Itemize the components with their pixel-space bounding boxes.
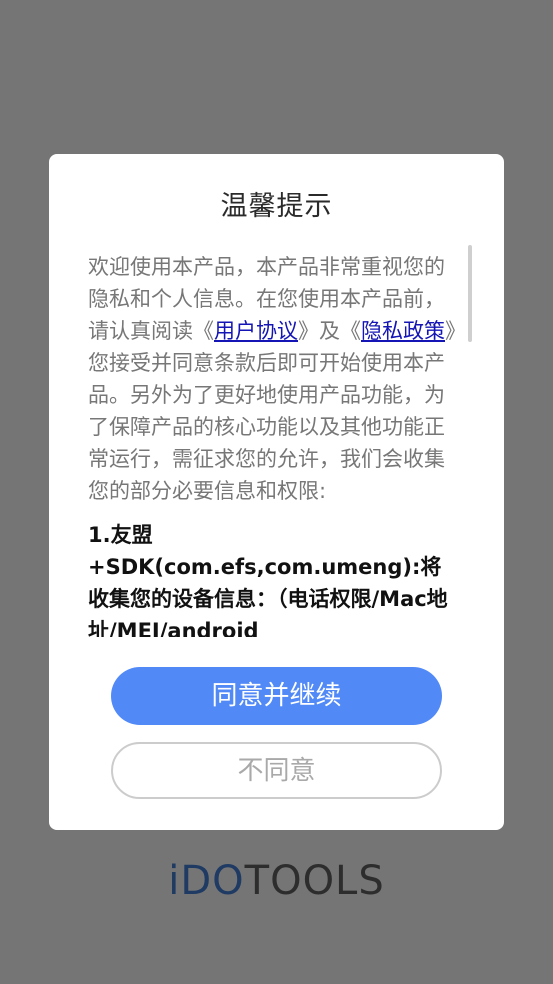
privacy-dialog: 温馨提示 欢迎使用本产品，本产品非常重视您的隐私和个人信息。在您使用本产品前，请… [49, 154, 504, 830]
logo-part-ido: iDO [168, 858, 245, 904]
dialog-title: 温馨提示 [220, 191, 333, 222]
dialog-content[interactable]: 欢迎使用本产品，本产品非常重视您的隐私和个人信息。在您使用本产品前，请认真阅读《… [88, 251, 456, 637]
user-agreement-link[interactable]: 用户协议 [214, 319, 298, 343]
app-logo: iDOTOOLS [0, 858, 553, 904]
logo-part-tools: TOOLS [244, 858, 385, 904]
intro-text-middle: 》及《 [298, 319, 361, 343]
intro-paragraph: 欢迎使用本产品，本产品非常重视您的隐私和个人信息。在您使用本产品前，请认真阅读《… [88, 251, 456, 507]
content-scrollbar[interactable] [468, 245, 472, 342]
agree-continue-button[interactable]: 同意并继续 [111, 667, 442, 725]
privacy-policy-link[interactable]: 隐私政策 [361, 319, 445, 343]
permission-item: 1.友盟+SDK(com.efs,com.umeng):将收集您的设备信息：（电… [88, 523, 448, 637]
intro-text-after: 》您接受并同意条款后即可开始使用本产品。另外为了更好地使用产品功能，为了保障产品… [88, 319, 456, 503]
disagree-button[interactable]: 不同意 [111, 742, 442, 799]
